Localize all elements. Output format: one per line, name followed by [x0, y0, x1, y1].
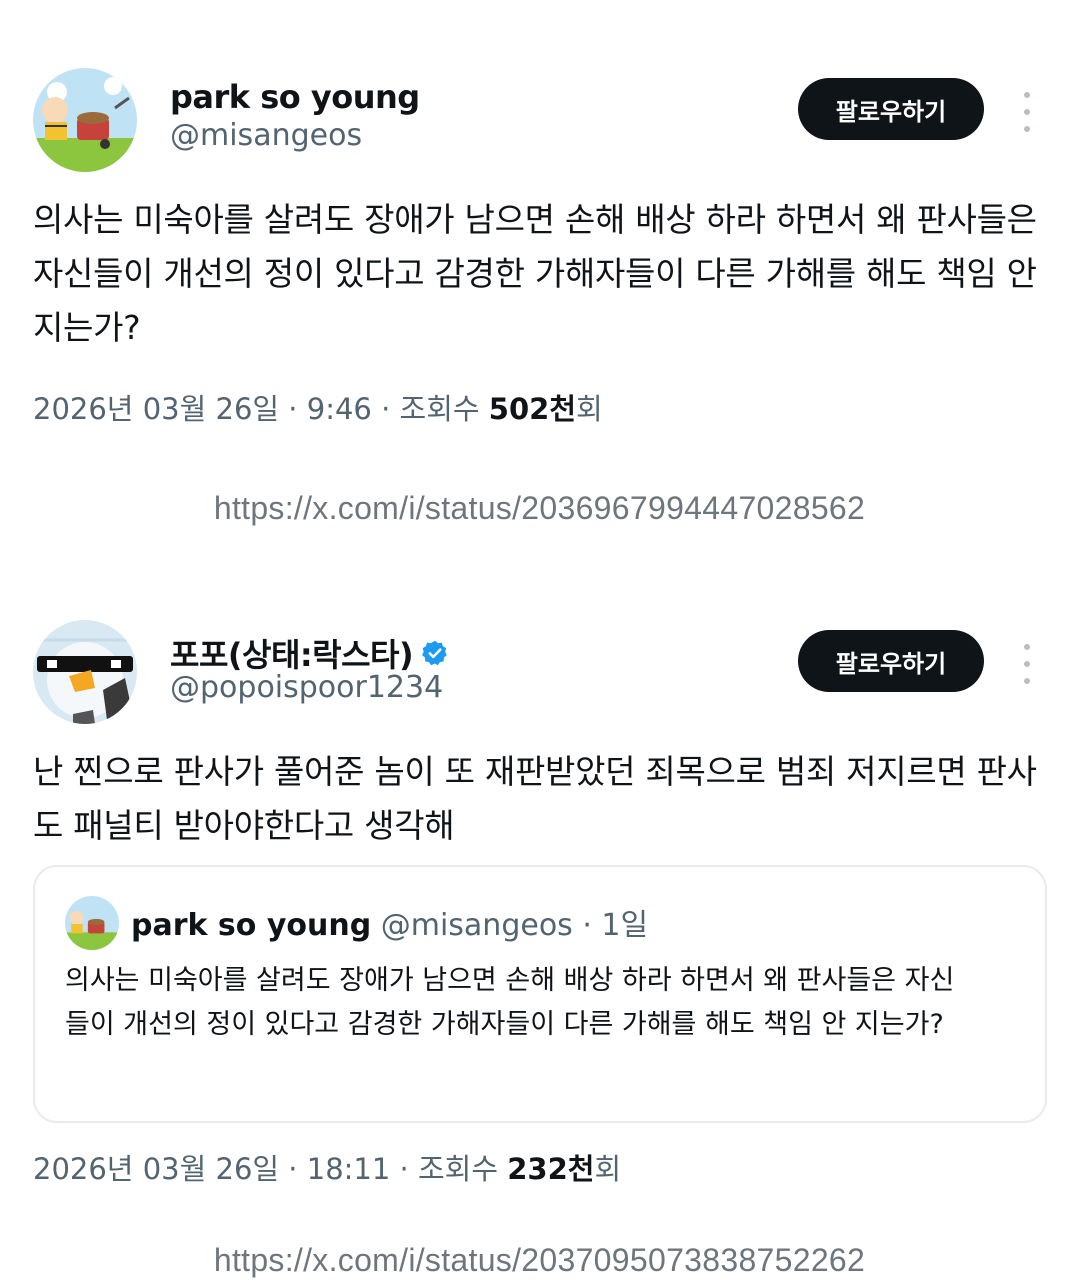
timestamp[interactable]: 2026년 03월 26일 · 18:11 · 조회수: [33, 1152, 507, 1186]
verified-badge-icon: [422, 640, 447, 666]
view-count: 502천: [488, 392, 576, 426]
tweet-meta: 2026년 03월 26일 · 9:46 · 조회수 502천회: [33, 386, 603, 428]
avatar: [65, 896, 119, 950]
quoted-handle: @misangeos: [380, 908, 573, 943]
display-name[interactable]: park so young: [170, 78, 420, 116]
more-options-icon[interactable]: [1016, 92, 1038, 132]
quoted-name: park so young: [131, 908, 372, 943]
source-url[interactable]: https://x.com/i/status/20369679944470285…: [0, 490, 1079, 527]
follow-button[interactable]: 팔로우하기: [798, 630, 984, 692]
user-handle[interactable]: @misangeos: [170, 118, 362, 153]
view-suffix: 회: [576, 392, 603, 426]
avatar[interactable]: [33, 620, 137, 724]
tweet-text: 난 찐으로 판사가 풀어준 놈이 또 재판받았던 죄목으로 범죄 저지르면 판사…: [33, 752, 1037, 845]
view-suffix: 회: [594, 1152, 622, 1186]
quoted-time: · 1일: [582, 908, 649, 943]
follow-button[interactable]: 팔로우하기: [798, 78, 984, 140]
quoted-header: park so young @misangeos · 1일: [131, 900, 648, 944]
user-handle[interactable]: @popoispoor1234: [170, 670, 443, 705]
view-count: 232천: [507, 1152, 595, 1186]
tweet-text: 의사는 미숙아를 살려도 장애가 남으면 손해 배상 하라 하면서 왜 판사들은…: [33, 200, 1037, 347]
avatar[interactable]: [33, 68, 137, 172]
display-name-text: park so young: [170, 78, 420, 116]
quoted-tweet[interactable]: park so young @misangeos · 1일 의사는 미숙아를 살…: [33, 865, 1047, 1123]
source-url[interactable]: https://x.com/i/status/20370950738387522…: [0, 1242, 1079, 1279]
more-options-icon[interactable]: [1016, 644, 1038, 684]
tweet-meta: 2026년 03월 26일 · 18:11 · 조회수 232천회: [33, 1146, 621, 1188]
timestamp[interactable]: 2026년 03월 26일 · 9:46 · 조회수: [33, 392, 489, 426]
quoted-text: 의사는 미숙아를 살려도 장애가 남으면 손해 배상 하라 하면서 왜 판사들은…: [65, 965, 955, 1040]
